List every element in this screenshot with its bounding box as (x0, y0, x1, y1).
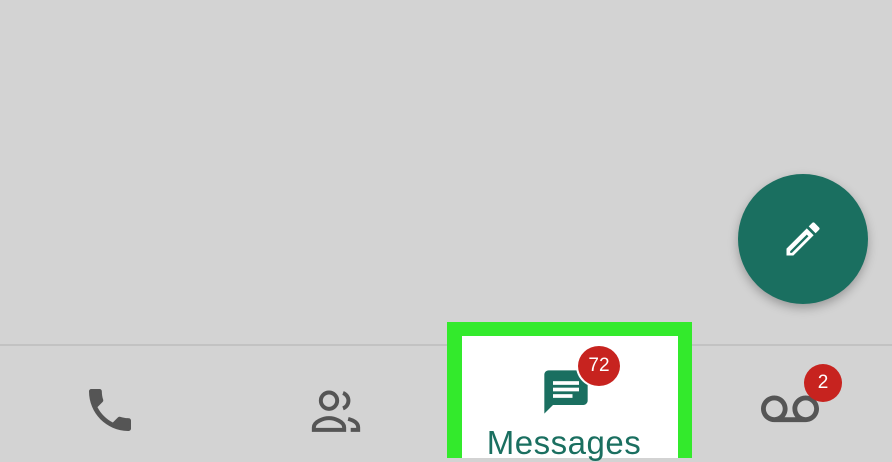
messages-tab-label: Messages (486, 424, 642, 461)
compose-fab-button[interactable] (738, 174, 868, 304)
nav-tab-calls[interactable] (40, 346, 180, 458)
phone-icon (89, 389, 131, 431)
nav-tab-messages[interactable]: 72 Messages (462, 336, 678, 461)
nav-tab-voicemail[interactable] (720, 346, 860, 458)
people-icon (311, 390, 361, 432)
messages-unread-badge: 72 (576, 344, 622, 388)
bottom-navigation (0, 346, 892, 458)
content-area (0, 0, 892, 345)
voicemail-count-badge: 2 (804, 364, 842, 402)
nav-tab-contacts[interactable] (266, 346, 406, 458)
pencil-icon (786, 222, 820, 256)
